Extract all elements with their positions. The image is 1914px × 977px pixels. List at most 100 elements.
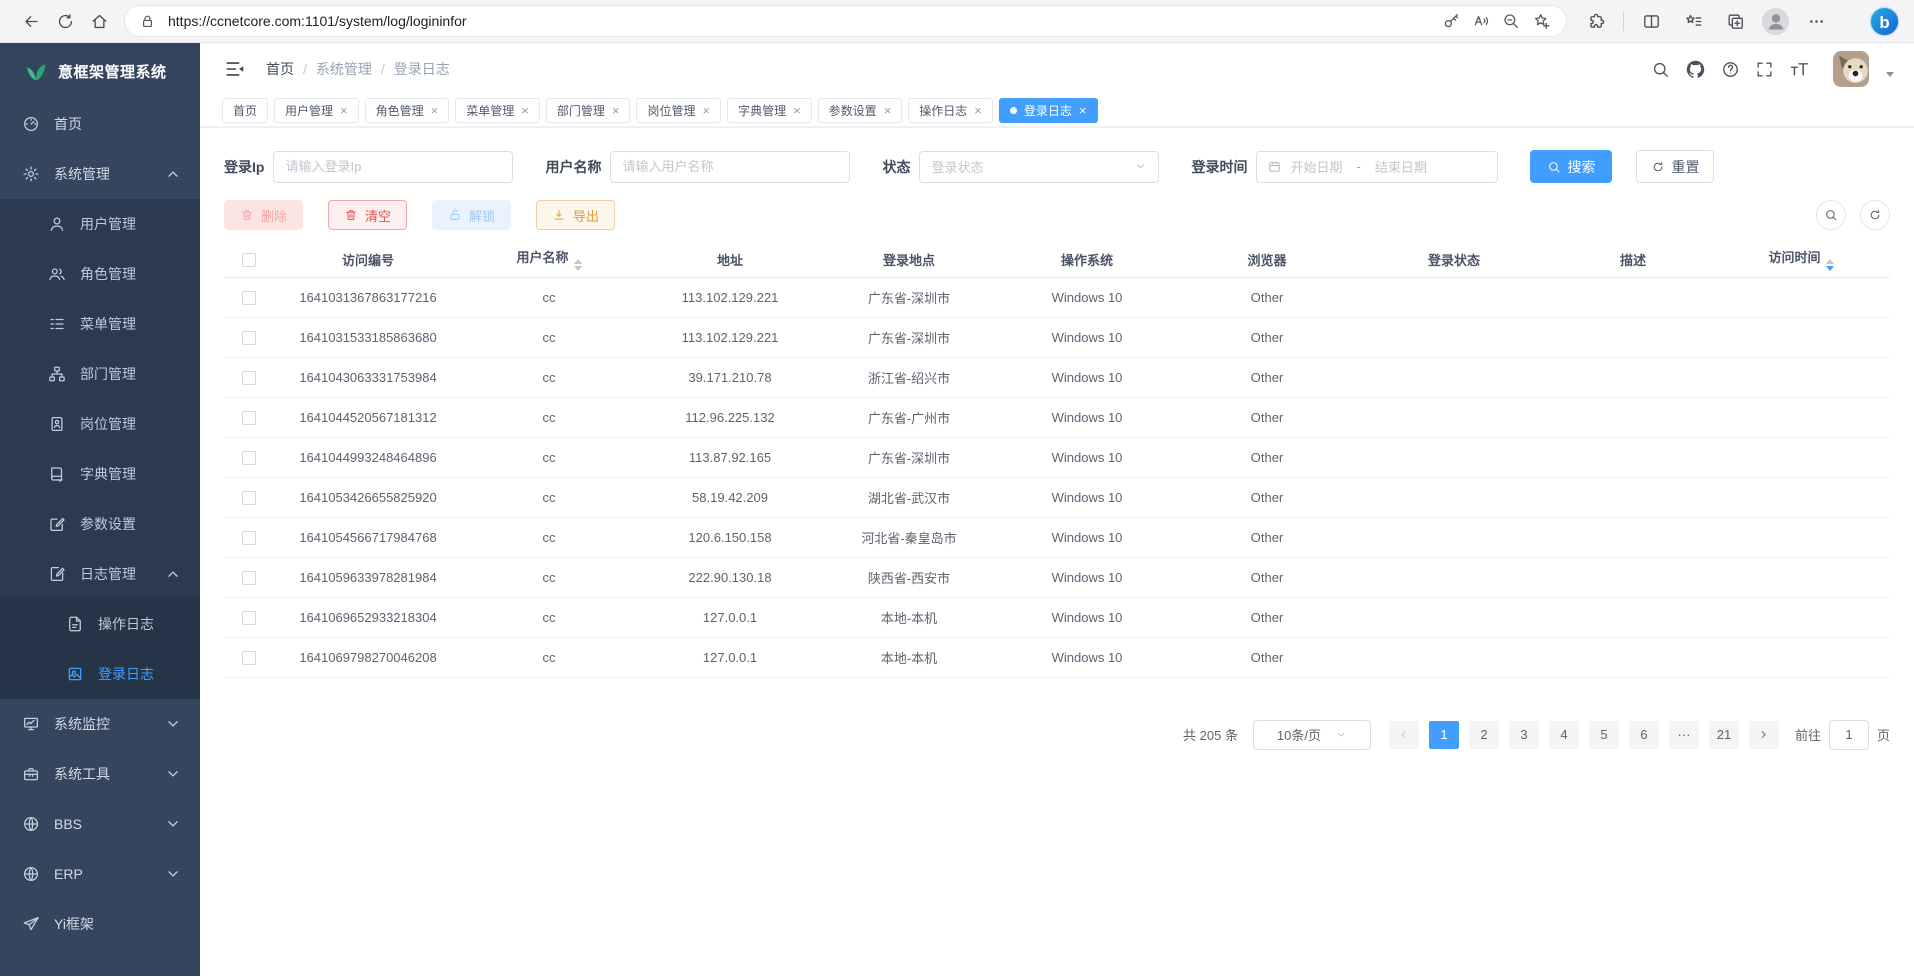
tab-菜单管理[interactable]: 菜单管理×: [455, 98, 540, 123]
tab-操作日志[interactable]: 操作日志×: [908, 98, 993, 123]
github-icon[interactable]: [1685, 59, 1706, 80]
sidebar-item-home[interactable]: 首页: [0, 99, 200, 149]
favorites-button[interactable]: [1678, 4, 1708, 38]
user-avatar[interactable]: [1833, 51, 1869, 87]
browser-home-button[interactable]: [82, 4, 116, 38]
next-page-button[interactable]: [1749, 721, 1779, 749]
sidebar-item-dict-mgmt[interactable]: 字典管理: [0, 449, 200, 499]
sidebar-item-sys-tools[interactable]: 系统工具: [0, 749, 200, 799]
row-checkbox[interactable]: [242, 291, 256, 305]
sidebar-item-yi-framework[interactable]: Yi框架: [0, 899, 200, 949]
row-checkbox[interactable]: [242, 411, 256, 425]
tab-close-icon[interactable]: ×: [521, 104, 529, 117]
row-checkbox[interactable]: [242, 331, 256, 345]
sidebar-item-sys-monitor[interactable]: 系统监控: [0, 699, 200, 749]
tab-角色管理[interactable]: 角色管理×: [365, 98, 450, 123]
column-header-用户名称[interactable]: 用户名称: [462, 242, 636, 277]
tab-首页[interactable]: 首页: [222, 98, 268, 123]
tab-close-icon[interactable]: ×: [702, 104, 710, 117]
page-button-21[interactable]: 21: [1709, 721, 1739, 749]
sort-carets[interactable]: [574, 259, 582, 271]
clear-button[interactable]: 清空: [328, 200, 407, 230]
sort-desc-caret[interactable]: [574, 266, 582, 271]
row-checkbox[interactable]: [242, 571, 256, 585]
unlock-button[interactable]: 解锁: [432, 200, 511, 230]
page-button-1[interactable]: 1: [1429, 721, 1459, 749]
collections-button[interactable]: [1720, 4, 1750, 38]
tab-close-icon[interactable]: ×: [431, 104, 439, 117]
font-size-icon[interactable]: [1789, 59, 1810, 80]
row-checkbox[interactable]: [242, 531, 256, 545]
page-button-5[interactable]: 5: [1589, 721, 1619, 749]
browser-refresh-button[interactable]: [48, 4, 82, 38]
column-header-访问时间[interactable]: 访问时间: [1712, 242, 1890, 277]
tab-字典管理[interactable]: 字典管理×: [727, 98, 812, 123]
page-button-4[interactable]: 4: [1549, 721, 1579, 749]
avatar-dropdown-caret[interactable]: [1886, 72, 1894, 77]
tab-参数设置[interactable]: 参数设置×: [818, 98, 903, 123]
ip-input[interactable]: [273, 151, 513, 183]
goto-page-input[interactable]: [1829, 720, 1869, 750]
search-icon[interactable]: [1651, 60, 1670, 79]
app-logo[interactable]: 意框架管理系统: [0, 43, 200, 99]
extensions-button[interactable]: [1581, 4, 1611, 38]
sidebar-item-dept-mgmt[interactable]: 部门管理: [0, 349, 200, 399]
row-checkbox[interactable]: [242, 651, 256, 665]
sort-carets[interactable]: [1826, 259, 1834, 271]
browser-menu-button[interactable]: [1801, 4, 1831, 38]
breadcrumb-system[interactable]: 系统管理: [316, 59, 372, 79]
search-button[interactable]: 搜索: [1530, 150, 1612, 183]
tab-部门管理[interactable]: 部门管理×: [546, 98, 631, 123]
sidebar-item-post-mgmt[interactable]: 岗位管理: [0, 399, 200, 449]
sidebar-item-bbs[interactable]: BBS: [0, 799, 200, 849]
sidebar-item-param-settings[interactable]: 参数设置: [0, 499, 200, 549]
select-all-checkbox[interactable]: [242, 253, 256, 267]
sidebar-item-op-log[interactable]: 操作日志: [0, 599, 200, 649]
date-range-picker[interactable]: 开始日期 - 结束日期: [1256, 151, 1498, 183]
collapse-menu-icon[interactable]: [224, 58, 246, 80]
sort-desc-caret[interactable]: [1826, 266, 1834, 271]
toggle-search-button[interactable]: [1816, 200, 1846, 230]
sidebar-item-erp[interactable]: ERP: [0, 849, 200, 899]
tab-close-icon[interactable]: ×: [884, 104, 892, 117]
sidebar-item-login-log[interactable]: 登录日志: [0, 649, 200, 699]
export-button[interactable]: 导出: [536, 200, 615, 230]
tab-岗位管理[interactable]: 岗位管理×: [636, 98, 721, 123]
browser-back-button[interactable]: [14, 4, 48, 38]
sidebar-item-user-mgmt[interactable]: 用户管理: [0, 199, 200, 249]
sidebar-item-system-mgmt[interactable]: 系统管理: [0, 149, 200, 199]
prev-page-button[interactable]: [1389, 721, 1419, 749]
tab-close-icon[interactable]: ×: [1079, 104, 1087, 117]
fullscreen-icon[interactable]: [1755, 60, 1774, 79]
sort-asc-caret[interactable]: [574, 259, 582, 264]
sidebar-item-log-mgmt[interactable]: 日志管理: [0, 549, 200, 599]
row-checkbox[interactable]: [242, 491, 256, 505]
tab-close-icon[interactable]: ×: [612, 104, 620, 117]
row-checkbox[interactable]: [242, 371, 256, 385]
zoom-out-icon[interactable]: [1496, 7, 1526, 35]
add-favorite-icon[interactable]: [1526, 7, 1556, 35]
tab-用户管理[interactable]: 用户管理×: [274, 98, 359, 123]
password-key-icon[interactable]: [1436, 7, 1466, 35]
username-input[interactable]: [610, 151, 850, 183]
reset-button[interactable]: 重置: [1636, 150, 1714, 183]
breadcrumb-home[interactable]: 首页: [266, 59, 294, 79]
sidebar-item-role-mgmt[interactable]: 角色管理: [0, 249, 200, 299]
sort-asc-caret[interactable]: [1826, 259, 1834, 264]
sidebar-item-menu-mgmt[interactable]: 菜单管理: [0, 299, 200, 349]
tab-close-icon[interactable]: ×: [793, 104, 801, 117]
browser-profile-button[interactable]: [1762, 8, 1789, 35]
page-button-3[interactable]: 3: [1509, 721, 1539, 749]
bing-chat-button[interactable]: b: [1869, 6, 1900, 37]
delete-button[interactable]: 删除: [224, 200, 303, 230]
page-button-6[interactable]: 6: [1629, 721, 1659, 749]
row-checkbox[interactable]: [242, 611, 256, 625]
tab-close-icon[interactable]: ×: [974, 104, 982, 117]
address-bar[interactable]: https://ccnetcore.com:1101/system/log/lo…: [124, 5, 1567, 37]
row-checkbox[interactable]: [242, 451, 256, 465]
read-aloud-icon[interactable]: [1466, 7, 1496, 35]
status-select[interactable]: 登录状态: [919, 151, 1159, 183]
help-icon[interactable]: [1721, 60, 1740, 79]
url-text[interactable]: https://ccnetcore.com:1101/system/log/lo…: [168, 13, 1436, 29]
page-size-select[interactable]: 10条/页: [1253, 720, 1371, 750]
